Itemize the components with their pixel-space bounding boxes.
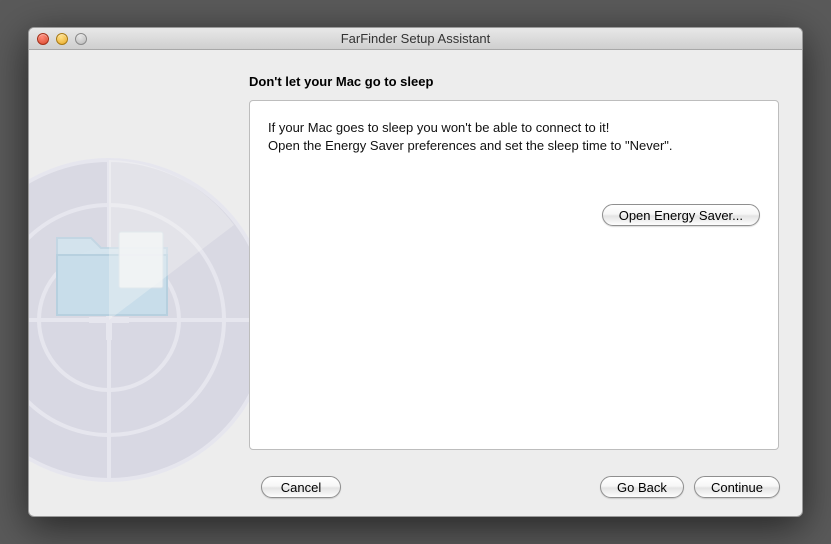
cancel-button[interactable]: Cancel — [261, 476, 341, 498]
instruction-line-1: If your Mac goes to sleep you won't be a… — [268, 119, 760, 137]
open-energy-saver-button[interactable]: Open Energy Saver... — [602, 204, 760, 226]
go-back-button[interactable]: Go Back — [600, 476, 684, 498]
content-area: Don't let your Mac go to sleep If your M… — [29, 50, 802, 516]
instruction-line-2: Open the Energy Saver preferences and se… — [268, 137, 760, 155]
page-heading: Don't let your Mac go to sleep — [249, 74, 433, 89]
window-controls — [29, 33, 87, 45]
radar-illustration — [29, 150, 279, 490]
minimize-icon[interactable] — [56, 33, 68, 45]
footer-buttons: Cancel Go Back Continue — [29, 476, 802, 498]
zoom-icon — [75, 33, 87, 45]
setup-assistant-window: FarFinder Setup Assistant — [28, 27, 803, 517]
titlebar: FarFinder Setup Assistant — [29, 28, 802, 50]
continue-button[interactable]: Continue — [694, 476, 780, 498]
window-title: FarFinder Setup Assistant — [29, 31, 802, 46]
instruction-panel: If your Mac goes to sleep you won't be a… — [249, 100, 779, 450]
close-icon[interactable] — [37, 33, 49, 45]
